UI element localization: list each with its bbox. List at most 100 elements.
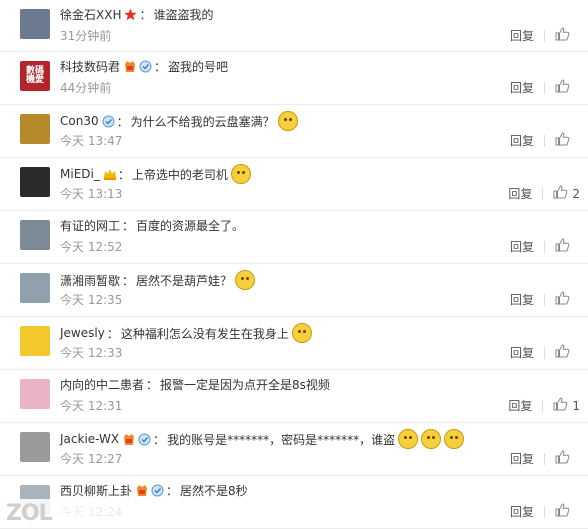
comment-time: 今天 12:33	[60, 346, 123, 360]
colon: ：	[139, 8, 152, 22]
emoji-icon	[444, 429, 465, 449]
thumbs-up-icon	[555, 291, 570, 308]
avatar[interactable]	[20, 167, 50, 197]
comment-line: 内向的中二患者：报警一定是因为点开全是8s视频	[60, 376, 330, 393]
comment-line: Jackie-WX ：我的账号是*******，密码是*******，谁盗	[60, 429, 465, 449]
divider	[544, 81, 545, 94]
reply-button[interactable]: 回复	[510, 503, 534, 520]
comment-actions: 回复 2	[508, 185, 580, 202]
emoji-icon	[230, 164, 251, 184]
like-button[interactable]: 1	[553, 397, 580, 414]
avatar[interactable]	[20, 114, 50, 144]
like-button[interactable]	[555, 450, 580, 467]
divider	[544, 293, 545, 306]
comment-time: 今天 13:13	[60, 187, 123, 201]
like-button[interactable]	[555, 344, 580, 361]
comment-time: 今天 12:27	[60, 452, 123, 466]
avatar[interactable]	[20, 432, 50, 462]
thumbs-up-icon	[555, 132, 570, 149]
thumbs-up-icon	[555, 503, 570, 520]
like-button[interactable]	[555, 291, 580, 308]
vip-badge-icon	[135, 484, 148, 497]
comment-line: Jewesly：这种福利怎么没有发生在我身上	[60, 323, 312, 343]
divider	[542, 187, 544, 200]
comment-actions: 回复	[510, 503, 580, 520]
comment-actions: 回复	[510, 344, 580, 361]
reply-button[interactable]: 回复	[510, 79, 534, 96]
comment-text: 上帝选中的老司机	[131, 167, 228, 182]
reply-button[interactable]: 回复	[510, 27, 534, 44]
emoji-icon	[235, 270, 256, 290]
username-link[interactable]: 潇湘雨暂歇	[60, 272, 120, 289]
username-link[interactable]: Con30	[60, 114, 99, 128]
emoji-icon	[398, 429, 419, 449]
comment-line: Con30 ：为什么不给我的云盘塞满？	[60, 111, 298, 131]
divider	[544, 452, 545, 465]
like-button[interactable]	[555, 79, 580, 96]
vip-badge-icon	[122, 433, 135, 446]
avatar[interactable]	[20, 9, 50, 39]
reply-button[interactable]: 回复	[510, 132, 534, 149]
avatar[interactable]	[20, 379, 50, 409]
username-link[interactable]: 有证的网工	[60, 217, 120, 234]
comment-time: 今天 12:31	[60, 399, 123, 413]
reply-button[interactable]: 回复	[508, 397, 532, 414]
reply-button[interactable]: 回复	[510, 344, 534, 361]
comment-row: 數碼 機愛 科技数码君 ：盗我的号吧 44分钟前 回复	[0, 52, 588, 105]
reply-button[interactable]: 回复	[508, 185, 532, 202]
comment-text: 谁盗盗我的	[153, 8, 214, 22]
username-link[interactable]: Jackie-WX	[60, 432, 119, 446]
divider	[544, 505, 545, 518]
reply-button[interactable]: 回复	[510, 238, 534, 255]
medal-badge-icon	[151, 484, 164, 497]
comment-line: 有证的网工：百度的资源最全了。	[60, 217, 244, 234]
comment-time: 今天 12:35	[60, 293, 123, 307]
comment-time: 44分钟前	[60, 81, 112, 95]
avatar-text: 數碼 機愛	[25, 66, 44, 85]
like-button[interactable]	[555, 132, 580, 149]
colon: ：	[117, 167, 130, 182]
comment-line: 潇湘雨暂歇：居然不是葫芦娃？	[60, 270, 256, 290]
divider	[542, 399, 544, 412]
reply-button[interactable]: 回复	[510, 450, 534, 467]
avatar[interactable]	[20, 273, 50, 303]
thumbs-up-icon	[555, 344, 570, 361]
like-button[interactable]	[555, 238, 580, 255]
watermark-logo: ZOL	[6, 500, 53, 526]
like-button[interactable]	[555, 503, 580, 520]
comment-time: 今天 13:47	[60, 134, 123, 148]
username-link[interactable]: 西贝柳斯上卦	[60, 482, 132, 499]
like-button[interactable]: 2	[553, 185, 580, 202]
crown-badge-icon	[103, 168, 116, 181]
colon: ：	[154, 60, 167, 74]
comment-actions: 回复	[510, 79, 580, 96]
like-count: 1	[572, 398, 580, 413]
username-link[interactable]: Jewesly	[60, 326, 105, 340]
comment-text: 报警一定是因为点开全是8s视频	[160, 378, 330, 392]
username-link[interactable]: 徐金石XXH	[60, 6, 121, 23]
avatar[interactable]	[20, 326, 50, 356]
divider	[544, 134, 545, 147]
username-link[interactable]: 内向的中二患者	[60, 376, 144, 393]
colon: ：	[116, 114, 129, 129]
comment-text: 百度的资源最全了。	[136, 219, 245, 233]
reply-button[interactable]: 回复	[510, 291, 534, 308]
like-button[interactable]	[555, 27, 580, 44]
username-link[interactable]: MiEDi_	[60, 167, 100, 181]
star-badge-icon	[124, 8, 138, 21]
colon: ：	[153, 432, 166, 447]
thumbs-up-icon	[555, 238, 570, 255]
thumbs-up-icon	[555, 79, 570, 96]
comment-actions: 回复	[510, 238, 580, 255]
avatar[interactable]: 數碼 機愛	[20, 61, 50, 91]
comment-list: 徐金石XXH：谁盗盗我的 31分钟前 回复 數碼 機愛 科技数码君：盗我的号吧 …	[0, 0, 588, 529]
avatar[interactable]	[20, 220, 50, 250]
colon: ：	[106, 326, 119, 341]
comment-row: 徐金石XXH ：谁盗盗我的 31分钟前 回复	[0, 0, 588, 52]
medal-badge-icon	[138, 433, 151, 446]
divider	[544, 346, 545, 359]
divider	[544, 29, 545, 42]
comment-line: MiEDi_ ：上帝选中的老司机	[60, 164, 251, 184]
emoji-icon	[421, 429, 442, 449]
username-link[interactable]: 科技数码君	[60, 58, 120, 75]
